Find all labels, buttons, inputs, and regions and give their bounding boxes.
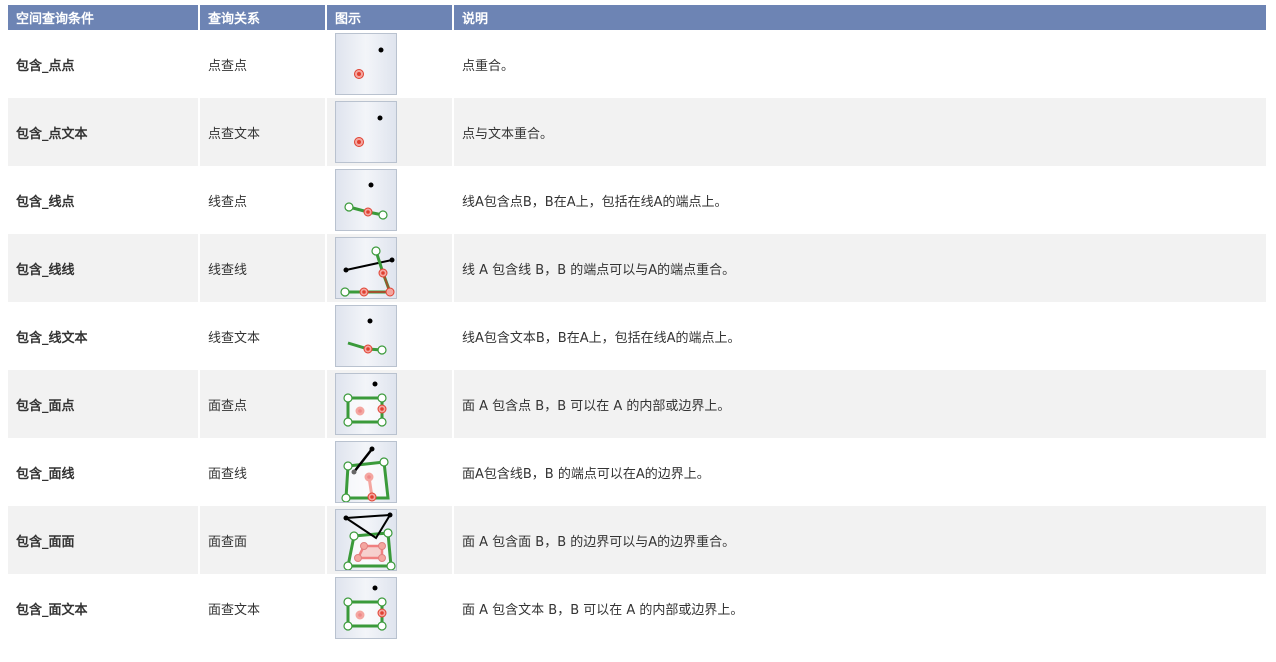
region-contains-line-icon bbox=[335, 441, 397, 503]
relation-cell: 面查线 bbox=[198, 438, 325, 506]
relation-cell: 点查文本 bbox=[198, 98, 325, 166]
condition-cell: 包含_面点 bbox=[8, 370, 198, 438]
figure-cell bbox=[325, 98, 452, 166]
line-contains-text-icon bbox=[335, 305, 397, 367]
line-contains-line-icon bbox=[335, 237, 397, 299]
description-cell: 线 A 包含线 B，B 的端点可以与A的端点重合。 bbox=[452, 234, 1266, 302]
figure-cell bbox=[325, 234, 452, 302]
region-contains-point-icon bbox=[335, 373, 397, 435]
figure-cell bbox=[325, 438, 452, 506]
table-row: 包含_点文本 点查文本 点与文本重合。 bbox=[8, 98, 1266, 166]
point-contains-text-icon bbox=[335, 101, 397, 163]
description-cell: 面 A 包含面 B，B 的边界可以与A的边界重合。 bbox=[452, 506, 1266, 574]
relation-cell: 线查文本 bbox=[198, 302, 325, 370]
description-cell: 线A包含文本B，B在A上，包括在线A的端点上。 bbox=[452, 302, 1266, 370]
relation-cell: 面查面 bbox=[198, 506, 325, 574]
header-relation: 查询关系 bbox=[198, 5, 325, 30]
table-row: 包含_面线 面查线 面A包含线B，B 的端点可以在A的边界上。 bbox=[8, 438, 1266, 506]
condition-cell: 包含_面线 bbox=[8, 438, 198, 506]
figure-cell bbox=[325, 574, 452, 642]
region-contains-region-icon bbox=[335, 509, 397, 571]
condition-cell: 包含_点点 bbox=[8, 30, 198, 98]
condition-cell: 包含_线点 bbox=[8, 166, 198, 234]
description-cell: 面 A 包含文本 B，B 可以在 A 的内部或边界上。 bbox=[452, 574, 1266, 642]
relation-cell: 面查点 bbox=[198, 370, 325, 438]
region-contains-text-icon bbox=[335, 577, 397, 639]
condition-cell: 包含_线线 bbox=[8, 234, 198, 302]
header-description: 说明 bbox=[452, 5, 1266, 30]
condition-cell: 包含_线文本 bbox=[8, 302, 198, 370]
table-header-row: 空间查询条件 查询关系 图示 说明 bbox=[8, 5, 1266, 30]
relation-cell: 面查文本 bbox=[198, 574, 325, 642]
table-row: 包含_线文本 线查文本 线A包含文本B，B在A上，包括在线A的端点上。 bbox=[8, 302, 1266, 370]
description-cell: 点重合。 bbox=[452, 30, 1266, 98]
table-row: 包含_点点 点查点 点重合。 bbox=[8, 30, 1266, 98]
description-cell: 面 A 包含点 B，B 可以在 A 的内部或边界上。 bbox=[452, 370, 1266, 438]
description-cell: 点与文本重合。 bbox=[452, 98, 1266, 166]
figure-cell bbox=[325, 302, 452, 370]
description-cell: 面A包含线B，B 的端点可以在A的边界上。 bbox=[452, 438, 1266, 506]
condition-cell: 包含_面文本 bbox=[8, 574, 198, 642]
condition-cell: 包含_面面 bbox=[8, 506, 198, 574]
condition-cell: 包含_点文本 bbox=[8, 98, 198, 166]
table-row: 包含_面点 面查点 面 A 包含点 B，B 可以在 A 的内部或边界上。 bbox=[8, 370, 1266, 438]
header-figure: 图示 bbox=[325, 5, 452, 30]
relation-cell: 线查点 bbox=[198, 166, 325, 234]
line-contains-point-icon bbox=[335, 169, 397, 231]
table-row: 包含_面文本 面查文本 面 A 包含文本 B，B 可以在 A 的内部或边界上。 bbox=[8, 574, 1266, 642]
figure-cell bbox=[325, 166, 452, 234]
figure-cell bbox=[325, 506, 452, 574]
spatial-query-table: 空间查询条件 查询关系 图示 说明 包含_点点 点查点 点重合。 包含_点文本 … bbox=[8, 5, 1266, 642]
table-row: 包含_线点 线查点 线A包含点B，B在A上，包括在线A的端点上。 bbox=[8, 166, 1266, 234]
table-row: 包含_线线 线查线 线 A 包含线 B，B 的端点可以与A的端点重合。 bbox=[8, 234, 1266, 302]
relation-cell: 线查线 bbox=[198, 234, 325, 302]
figure-cell bbox=[325, 370, 452, 438]
description-cell: 线A包含点B，B在A上，包括在线A的端点上。 bbox=[452, 166, 1266, 234]
header-condition: 空间查询条件 bbox=[8, 5, 198, 30]
figure-cell bbox=[325, 30, 452, 98]
point-contains-point-icon bbox=[335, 33, 397, 95]
relation-cell: 点查点 bbox=[198, 30, 325, 98]
table-row: 包含_面面 面查面 面 A 包含面 B，B 的边界可以与A的边界重合。 bbox=[8, 506, 1266, 574]
spatial-query-table-container: 空间查询条件 查询关系 图示 说明 包含_点点 点查点 点重合。 包含_点文本 … bbox=[8, 5, 1266, 642]
